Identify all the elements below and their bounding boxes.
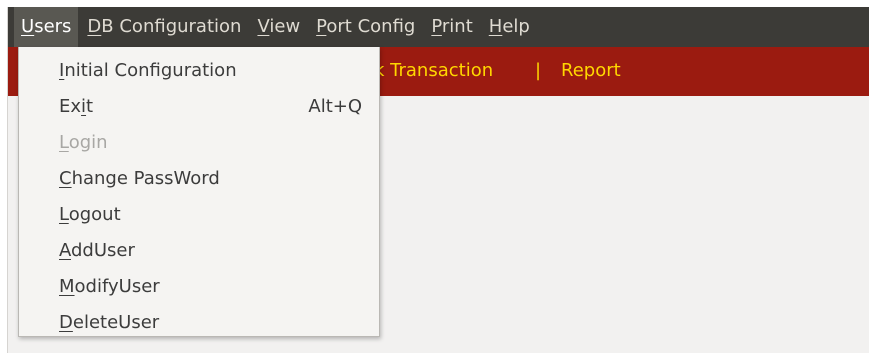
menu-item-change-password[interactable]: Change PassWord bbox=[19, 161, 379, 197]
report-link[interactable]: Report bbox=[561, 59, 621, 83]
mnemonic: M bbox=[59, 276, 75, 297]
menubar: Users DB Configuration View Port Config … bbox=[8, 7, 869, 47]
mnemonic: D bbox=[87, 16, 102, 37]
menu-item-delete-user[interactable]: DeleteUser bbox=[19, 305, 379, 341]
menu-item-logout[interactable]: Logout bbox=[19, 197, 379, 233]
mnemonic: L bbox=[59, 204, 69, 225]
menu-item-add-user[interactable]: AddUser bbox=[19, 233, 379, 269]
mnemonic: P bbox=[316, 16, 327, 37]
menu-users[interactable]: Users bbox=[14, 7, 79, 47]
mnemonic: P bbox=[431, 16, 442, 37]
toolbar-separator: | bbox=[535, 60, 542, 81]
menu-item-exit[interactable]: Exit Alt+Q bbox=[19, 89, 379, 125]
mnemonic: A bbox=[59, 240, 71, 261]
users-dropdown-menu: Initial Configuration Exit Alt+Q Login Ch… bbox=[18, 47, 380, 337]
menu-item-login: Login bbox=[59, 132, 108, 153]
app-window: Users DB Configuration View Port Config … bbox=[7, 7, 869, 353]
menu-view[interactable]: View bbox=[250, 7, 307, 47]
mnemonic: C bbox=[59, 168, 72, 189]
mnemonic: H bbox=[488, 16, 503, 37]
mnemonic: U bbox=[21, 16, 35, 37]
menu-print[interactable]: Print bbox=[424, 7, 479, 47]
menu-db-configuration[interactable]: DB Configuration bbox=[80, 7, 248, 47]
menu-help[interactable]: Help bbox=[482, 7, 537, 47]
mnemonic: V bbox=[257, 16, 270, 37]
menu-item-modify-user[interactable]: ModifyUser bbox=[19, 269, 379, 305]
menu-port-config[interactable]: Port Config bbox=[309, 7, 422, 47]
shortcut-label: Alt+Q bbox=[308, 96, 362, 117]
mnemonic: L bbox=[59, 132, 69, 153]
mnemonic: D bbox=[59, 312, 73, 333]
transaction-link[interactable]: k Transaction bbox=[374, 59, 493, 83]
menu-item-initial-configuration[interactable]: Initial Configuration bbox=[19, 53, 379, 89]
